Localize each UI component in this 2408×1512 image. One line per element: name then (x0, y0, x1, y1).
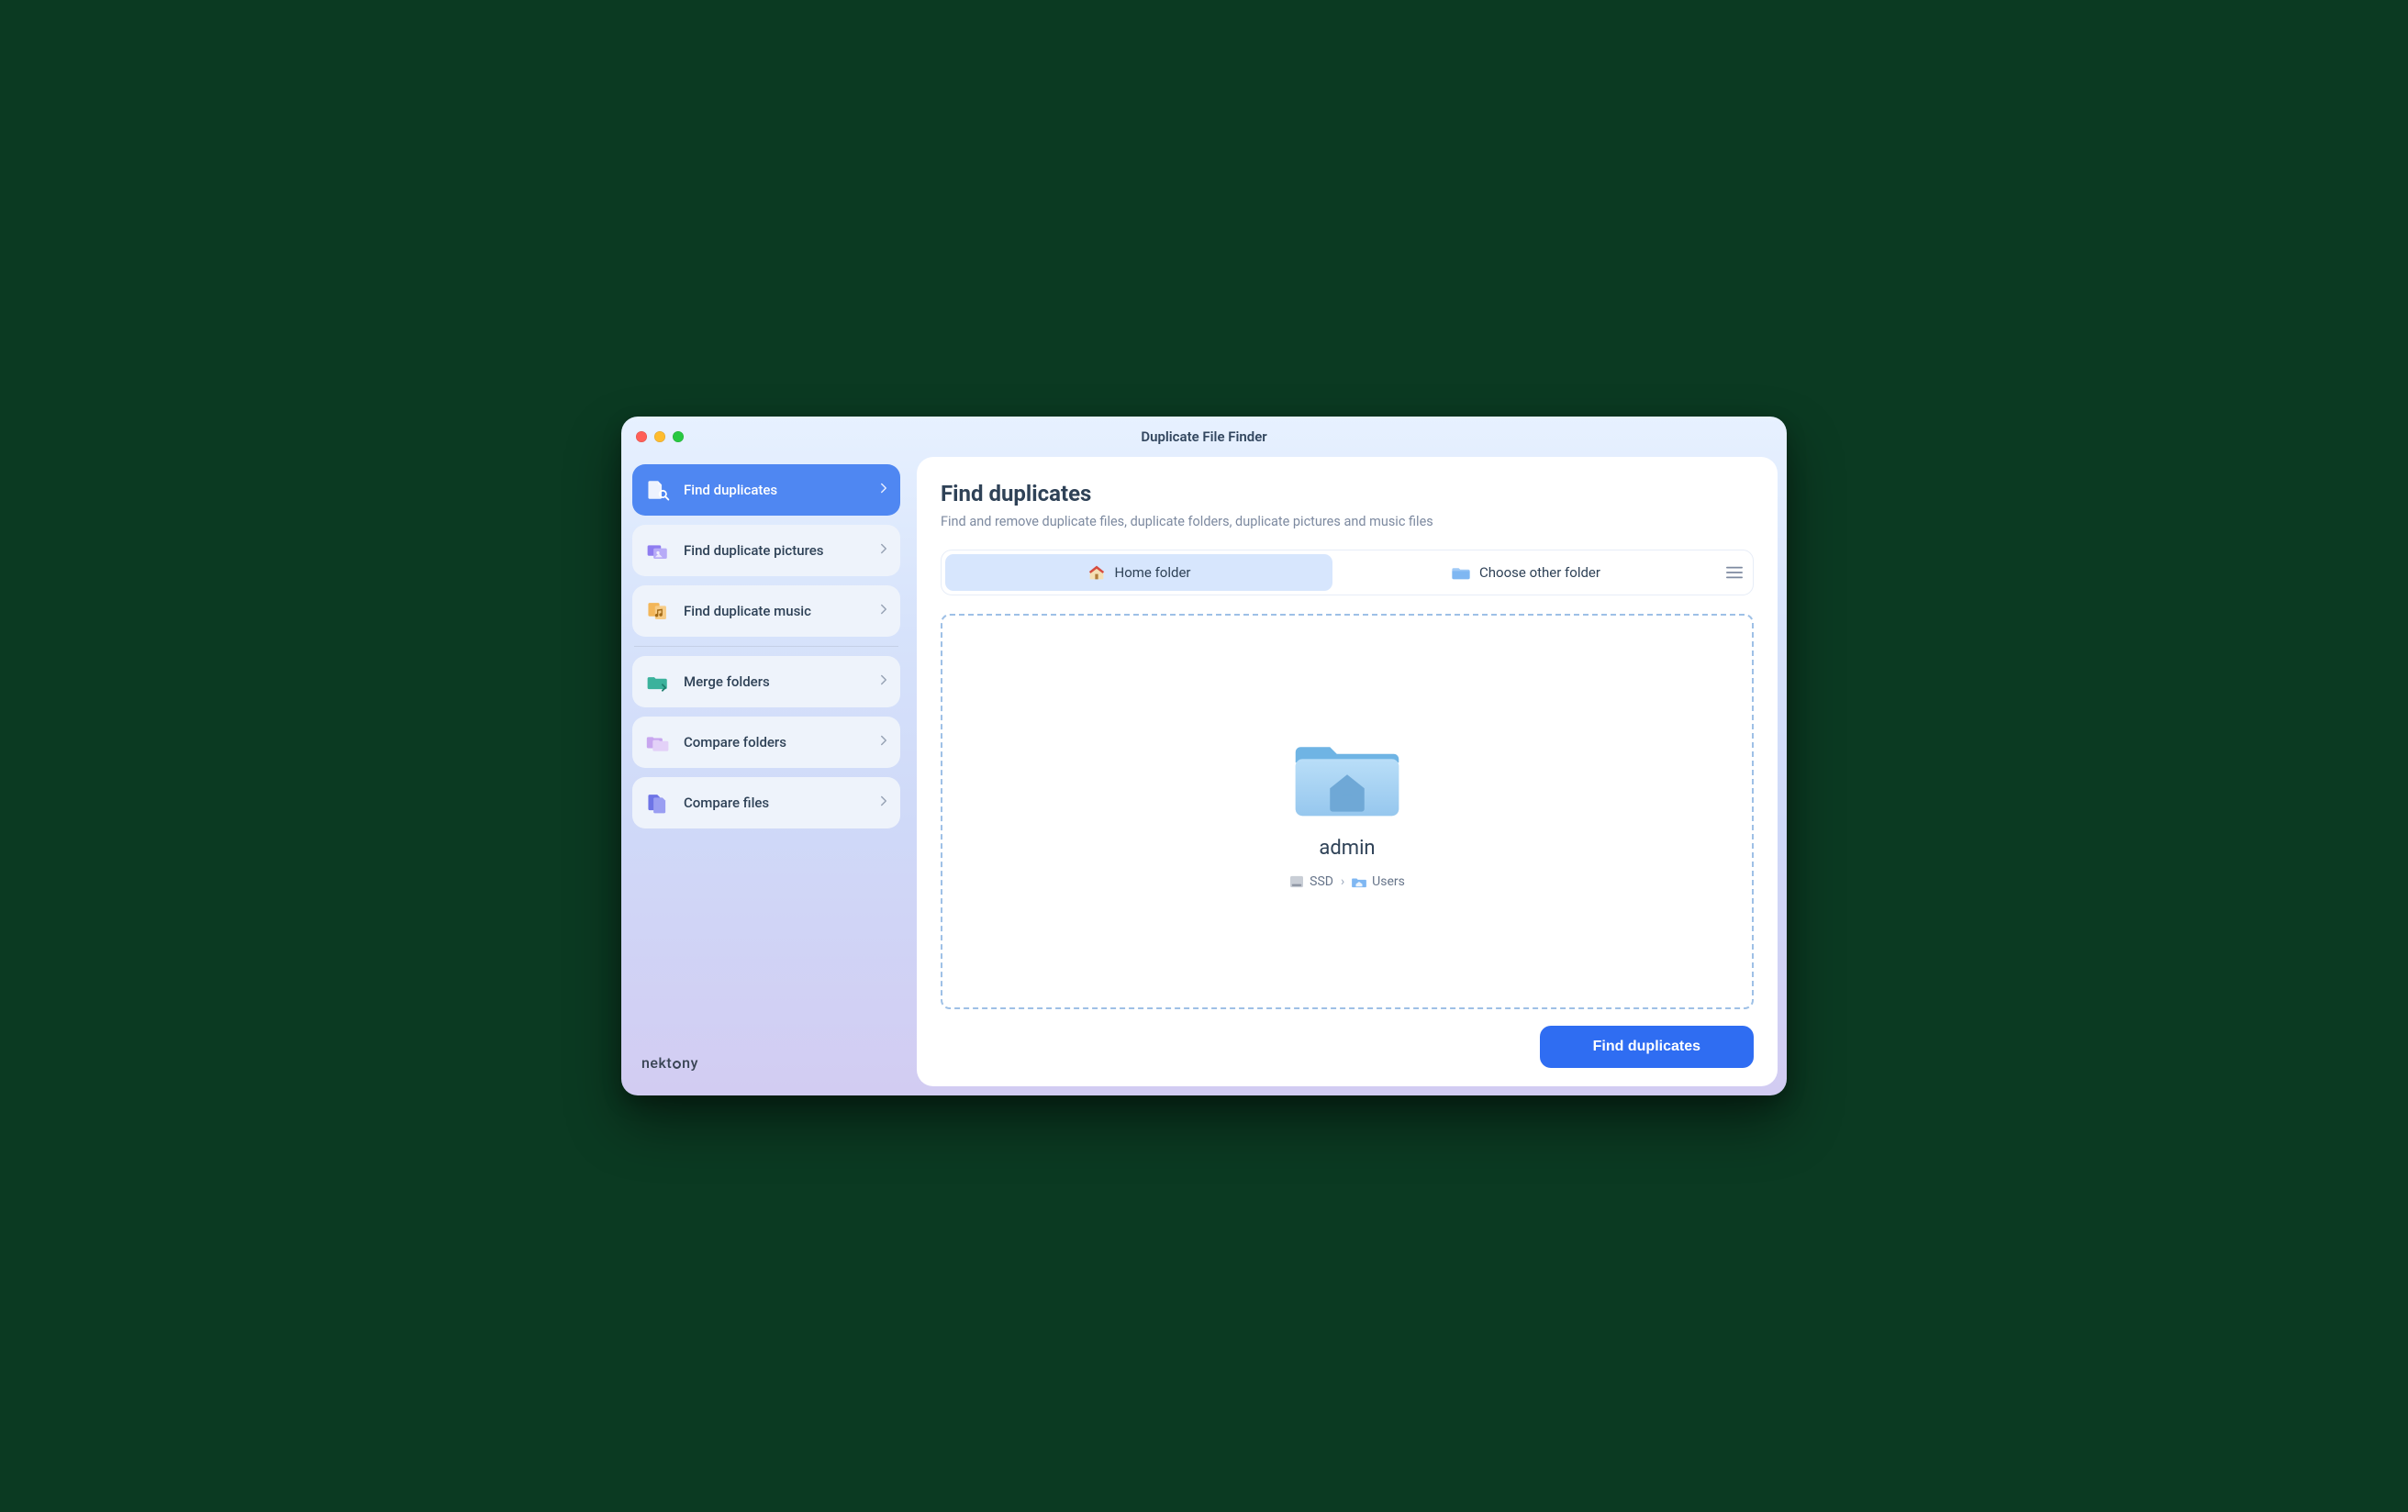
home-icon (1087, 564, 1106, 581)
chevron-right-icon (880, 674, 887, 689)
sidebar-item-find-duplicates[interactable]: Find duplicates (632, 464, 900, 516)
chevron-right-icon (880, 604, 887, 618)
path-crumb[interactable]: Users (1352, 874, 1405, 889)
page-subtitle: Find and remove duplicate files, duplica… (941, 514, 1754, 529)
sidebar-divider (634, 646, 898, 647)
sidebar-item-compare-folders[interactable]: Compare folders (632, 717, 900, 768)
sidebar-item-compare-files[interactable]: Compare files (632, 777, 900, 828)
segment-home-folder[interactable]: Home folder (945, 554, 1332, 591)
main-panel: Find duplicates Find and remove duplicat… (917, 457, 1778, 1086)
window-zoom-button[interactable] (673, 431, 684, 442)
sidebar-item-label: Compare folders (684, 734, 786, 750)
titlebar: Duplicate File Finder (621, 417, 1787, 457)
sidebar-item-find-pictures[interactable]: Find duplicate pictures (632, 525, 900, 576)
sidebar-item-merge-folders[interactable]: Merge folders (632, 656, 900, 707)
sidebar-item-label: Find duplicates (684, 482, 777, 498)
brand-o-glyph (673, 1061, 681, 1069)
disk-icon (1289, 875, 1304, 888)
music-icon (645, 600, 671, 622)
window-minimize-button[interactable] (654, 431, 665, 442)
find-duplicates-button[interactable]: Find duplicates (1540, 1026, 1754, 1068)
pictures-icon (645, 539, 671, 561)
path-crumb[interactable]: SSD (1289, 874, 1333, 889)
sidebar-item-label: Compare files (684, 795, 769, 811)
selected-folder-path: SSD › Users (1289, 874, 1405, 889)
page-heading: Find duplicates (941, 481, 1754, 506)
compare-files-icon (645, 792, 671, 814)
chevron-right-icon (880, 543, 887, 558)
sidebar-item-label: Merge folders (684, 673, 770, 690)
sidebar-item-label: Find duplicate music (684, 603, 811, 619)
chevron-right-icon (880, 483, 887, 497)
selected-folder-name: admin (1319, 837, 1375, 860)
compare-folders-icon (645, 731, 671, 753)
menu-icon (1726, 566, 1743, 579)
chevron-right-icon (880, 735, 887, 750)
doc-search-icon (645, 479, 671, 501)
segment-other-label: Choose other folder (1479, 564, 1600, 581)
path-crumb-label: SSD (1310, 874, 1333, 889)
homefolder-icon (1352, 875, 1366, 888)
window-close-button[interactable] (636, 431, 647, 442)
chevron-right-icon (880, 795, 887, 810)
path-separator-icon: › (1341, 874, 1344, 889)
scan-target-dropzone[interactable]: admin SSD › Users (941, 614, 1754, 1009)
sidebar: Find duplicates Find duplicate pictures Fi… (629, 457, 904, 1086)
brand-label: nektny (632, 1049, 900, 1079)
segment-choose-other[interactable]: Choose other folder (1332, 554, 1720, 591)
sidebar-item-label: Find duplicate pictures (684, 542, 824, 559)
folder-source-segmented: Home folder Choose other folder (941, 550, 1754, 595)
window-title: Duplicate File Finder (1141, 428, 1266, 445)
folder-icon (1452, 564, 1470, 581)
folder-options-button[interactable] (1720, 556, 1749, 589)
sidebar-item-find-music[interactable]: Find duplicate music (632, 585, 900, 637)
home-folder-icon (1292, 734, 1402, 822)
window-controls (636, 431, 684, 442)
path-crumb-label: Users (1372, 874, 1405, 889)
merge-folder-icon (645, 671, 671, 693)
app-window: Duplicate File Finder Find duplicatesFin… (621, 417, 1787, 1095)
segment-home-label: Home folder (1115, 564, 1191, 581)
